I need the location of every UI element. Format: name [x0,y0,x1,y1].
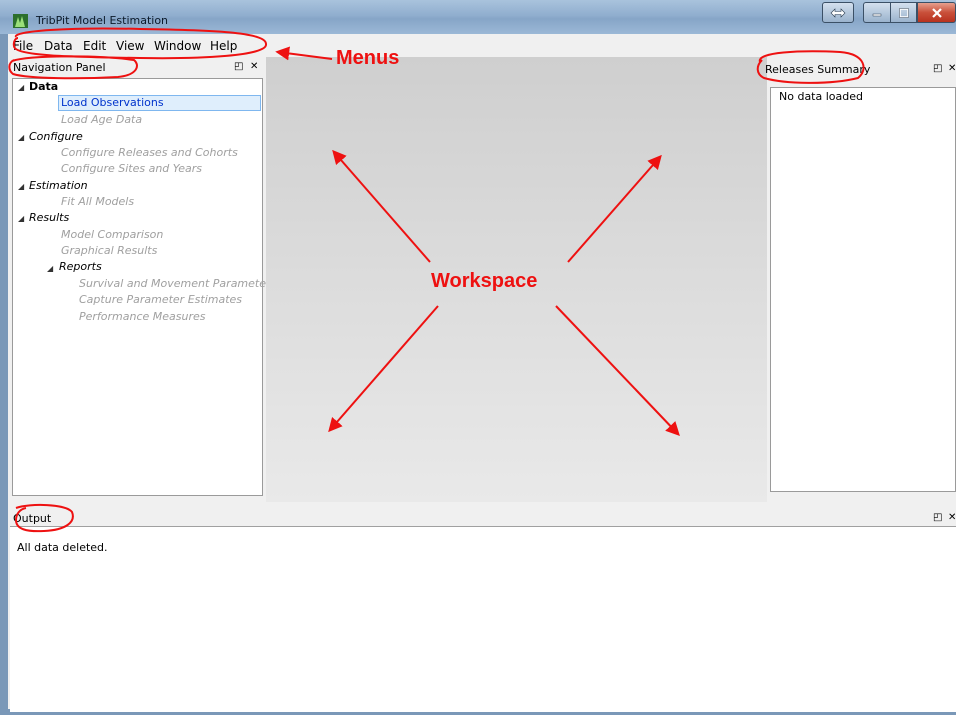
app-icon [13,14,28,28]
menu-help[interactable]: Help [210,39,237,53]
releases-float-icon[interactable]: ◰ [933,63,942,74]
close-icon [931,7,942,18]
maximize-button[interactable] [890,2,917,23]
tree-item-capture-parameter[interactable]: Capture Parameter Estimates [79,293,242,306]
expand-arrow-icon[interactable]: ◢ [18,133,24,142]
tree-item-graphical-results[interactable]: Graphical Results [61,244,157,257]
maximize-icon [898,7,909,18]
releases-summary-title: Releases Summary [765,63,871,76]
expand-arrow-icon[interactable]: ◢ [18,214,24,223]
double-arrow-icon [830,7,846,18]
tree-item-configure-releases[interactable]: Configure Releases and Cohorts [61,146,238,159]
dock-toggle-button[interactable] [822,2,854,23]
menu-file[interactable]: File [13,39,33,53]
menu-window[interactable]: Window [154,39,201,53]
menus-annotation-label: Menus [336,47,400,69]
close-button[interactable] [917,2,956,23]
releases-close-icon[interactable]: ✕ [948,63,956,74]
minimize-icon [872,13,882,16]
nav-close-icon[interactable]: ✕ [250,61,258,72]
expand-arrow-icon[interactable]: ◢ [47,264,53,273]
tree-item-survival-movement[interactable]: Survival and Movement Paramete... [79,277,277,290]
output-content: All data deleted. [17,541,108,554]
expand-arrow-icon[interactable]: ◢ [18,182,24,191]
menu-edit[interactable]: Edit [83,39,106,53]
tree-node-data[interactable]: Data [29,80,58,93]
menu-view[interactable]: View [116,39,144,53]
window-title: TribPit Model Estimation [36,14,169,27]
navigation-panel-title: Navigation Panel [13,61,106,74]
tree-item-load-age-data[interactable]: Load Age Data [61,113,142,126]
tree-item-configure-sites[interactable]: Configure Sites and Years [61,162,202,175]
tree-item-performance-measures[interactable]: Performance Measures [79,310,206,323]
tree-item-fit-all-models[interactable]: Fit All Models [61,195,134,208]
minimize-button[interactable] [863,2,890,23]
releases-summary-panel [770,87,956,492]
tree-item-model-comparison[interactable]: Model Comparison [61,228,163,241]
tree-node-estimation[interactable]: Estimation [29,179,88,192]
releases-summary-content: No data loaded [779,90,863,103]
output-panel [10,526,956,712]
menu-bar: File Data Edit View Window Help [8,37,956,57]
workspace-annotation-label: Workspace [431,270,538,292]
expand-arrow-icon[interactable]: ◢ [18,83,24,92]
output-title: Output [13,512,52,525]
output-close-icon[interactable]: ✕ [948,512,956,523]
menu-data[interactable]: Data [44,39,73,53]
nav-float-icon[interactable]: ◰ [234,61,243,72]
output-float-icon[interactable]: ◰ [933,512,942,523]
tree-item-load-observations[interactable]: Load Observations [61,96,164,109]
tree-node-reports[interactable]: Reports [59,260,102,273]
tree-node-configure[interactable]: Configure [29,130,83,143]
tree-node-results[interactable]: Results [29,211,69,224]
